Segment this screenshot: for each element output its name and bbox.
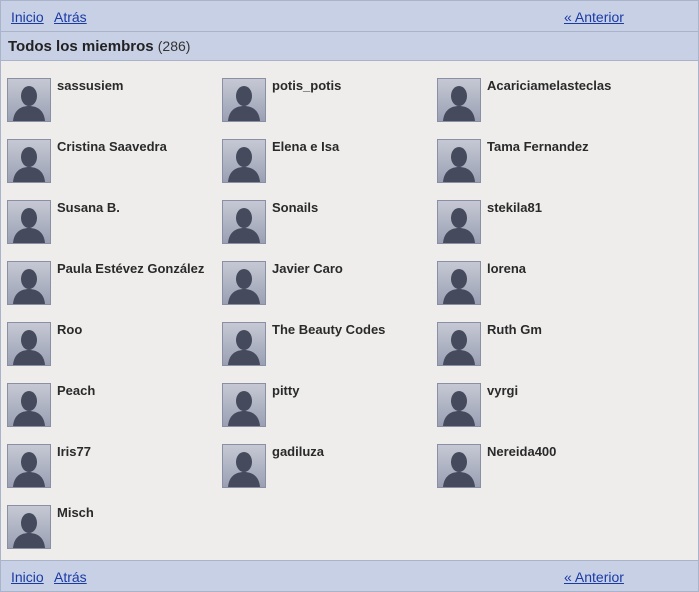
- previous-page-link[interactable]: « Anterior: [564, 9, 624, 25]
- top-nav-bar: Inicio Atrás « Anterior: [1, 1, 698, 32]
- default-avatar-icon[interactable]: [222, 444, 266, 488]
- back-link[interactable]: Atrás: [54, 569, 87, 585]
- member-item[interactable]: Paula Estévez González: [1, 244, 211, 305]
- default-avatar-icon[interactable]: [7, 444, 51, 488]
- member-name[interactable]: Iris77: [57, 444, 207, 459]
- previous-page-link[interactable]: « Anterior: [564, 569, 624, 585]
- members-panel: Inicio Atrás « Anterior Todos los miembr…: [0, 0, 699, 592]
- member-item[interactable]: vyrgi: [431, 366, 641, 427]
- member-name[interactable]: Peach: [57, 383, 207, 398]
- members-header: Todos los miembros (286): [1, 32, 698, 61]
- member-item[interactable]: Elena e Isa: [216, 122, 426, 183]
- default-avatar-icon[interactable]: [7, 139, 51, 183]
- member-name[interactable]: stekila81: [487, 200, 637, 215]
- default-avatar-icon[interactable]: [437, 444, 481, 488]
- member-item[interactable]: Tama Fernandez: [431, 122, 641, 183]
- member-item[interactable]: Sonails: [216, 183, 426, 244]
- member-name[interactable]: Paula Estévez González: [57, 261, 207, 276]
- default-avatar-icon[interactable]: [222, 322, 266, 366]
- member-name[interactable]: Susana B.: [57, 200, 207, 215]
- member-item[interactable]: stekila81: [431, 183, 641, 244]
- default-avatar-icon[interactable]: [7, 78, 51, 122]
- member-name[interactable]: Elena e Isa: [272, 139, 422, 154]
- default-avatar-icon[interactable]: [222, 383, 266, 427]
- page-title: Todos los miembros (286): [8, 38, 190, 55]
- member-item[interactable]: The Beauty Codes: [216, 305, 426, 366]
- member-name[interactable]: Ruth Gm: [487, 322, 637, 337]
- default-avatar-icon[interactable]: [7, 261, 51, 305]
- member-item[interactable]: pitty: [216, 366, 426, 427]
- member-item[interactable]: Peach: [1, 366, 211, 427]
- member-item[interactable]: gadiluza: [216, 427, 426, 488]
- member-name[interactable]: Roo: [57, 322, 207, 337]
- member-name[interactable]: Acariciamelasteclas: [487, 78, 637, 93]
- member-item[interactable]: Misch: [1, 488, 211, 549]
- member-name[interactable]: Nereida400: [487, 444, 637, 459]
- default-avatar-icon[interactable]: [7, 505, 51, 549]
- home-link[interactable]: Inicio: [11, 569, 44, 585]
- default-avatar-icon[interactable]: [222, 78, 266, 122]
- member-name[interactable]: gadiluza: [272, 444, 422, 459]
- default-avatar-icon[interactable]: [222, 261, 266, 305]
- member-name[interactable]: Cristina Saavedra: [57, 139, 207, 154]
- member-name[interactable]: pitty: [272, 383, 422, 398]
- member-item[interactable]: sassusiem: [1, 61, 211, 122]
- member-item[interactable]: Roo: [1, 305, 211, 366]
- default-avatar-icon[interactable]: [437, 200, 481, 244]
- default-avatar-icon[interactable]: [7, 322, 51, 366]
- member-name[interactable]: potis_potis: [272, 78, 422, 93]
- member-count: (286): [157, 38, 191, 54]
- default-avatar-icon[interactable]: [437, 78, 481, 122]
- members-grid: sassusiem potis_potis Acariciamelasteclas C…: [1, 61, 698, 560]
- home-link[interactable]: Inicio: [11, 9, 44, 25]
- member-name[interactable]: Sonails: [272, 200, 422, 215]
- default-avatar-icon[interactable]: [437, 383, 481, 427]
- default-avatar-icon[interactable]: [437, 261, 481, 305]
- member-name[interactable]: The Beauty Codes: [272, 322, 422, 337]
- member-name[interactable]: Misch: [57, 505, 207, 520]
- member-name[interactable]: vyrgi: [487, 383, 637, 398]
- default-avatar-icon[interactable]: [7, 200, 51, 244]
- member-item[interactable]: potis_potis: [216, 61, 426, 122]
- default-avatar-icon[interactable]: [437, 139, 481, 183]
- header-title-text: Todos los miembros: [8, 38, 154, 55]
- member-name[interactable]: lorena: [487, 261, 637, 276]
- member-name[interactable]: Tama Fernandez: [487, 139, 637, 154]
- member-item[interactable]: Cristina Saavedra: [1, 122, 211, 183]
- member-item[interactable]: Javier Caro: [216, 244, 426, 305]
- default-avatar-icon[interactable]: [222, 139, 266, 183]
- member-item[interactable]: Ruth Gm: [431, 305, 641, 366]
- member-item[interactable]: lorena: [431, 244, 641, 305]
- member-item[interactable]: Nereida400: [431, 427, 641, 488]
- member-name[interactable]: sassusiem: [57, 78, 207, 93]
- default-avatar-icon[interactable]: [437, 322, 481, 366]
- member-item[interactable]: Iris77: [1, 427, 211, 488]
- member-item[interactable]: Acariciamelasteclas: [431, 61, 641, 122]
- default-avatar-icon[interactable]: [222, 200, 266, 244]
- bottom-nav-bar: Inicio Atrás « Anterior: [1, 560, 698, 591]
- back-link[interactable]: Atrás: [54, 9, 87, 25]
- member-item[interactable]: Susana B.: [1, 183, 211, 244]
- member-name[interactable]: Javier Caro: [272, 261, 422, 276]
- default-avatar-icon[interactable]: [7, 383, 51, 427]
